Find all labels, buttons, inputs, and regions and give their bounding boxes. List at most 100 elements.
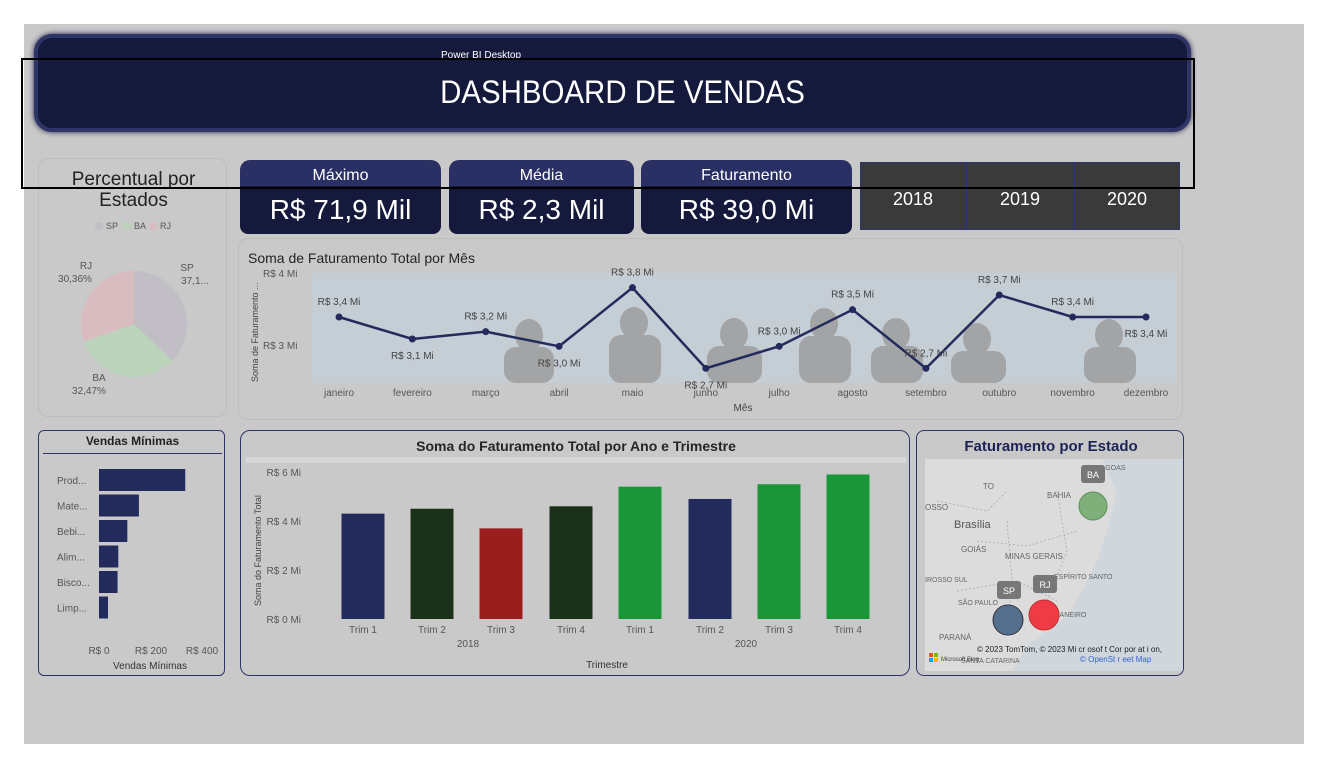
line-point (922, 364, 930, 372)
tri-bar (618, 486, 662, 619)
line-xtick: janeiro (323, 388, 354, 399)
line-data-label: R$ 3,0 Mi (758, 326, 801, 337)
tri-ytick-0: R$ 0 Mi (267, 615, 301, 626)
tri-ytick-4: R$ 4 Mi (267, 517, 301, 528)
year-slicer-2018[interactable]: 2018 (860, 162, 966, 230)
tri-year-2018: 2018 (457, 639, 480, 650)
legend-sp: SP (106, 221, 118, 231)
line-chart-panel[interactable]: Soma de Faturamento Total por Mês R$ 4 M… (238, 238, 1183, 420)
pie-slices (81, 271, 187, 377)
line-data-label: R$ 3,2 Mi (464, 312, 507, 323)
map-brand: Microsoft Bing (941, 657, 979, 663)
line-data-label: R$ 3,4 Mi (318, 297, 361, 308)
trimestre-chart-panel[interactable]: Soma do Faturamento Total por Ano e Trim… (240, 430, 910, 676)
line-xtick: março (472, 388, 500, 399)
tri-bar (826, 474, 870, 619)
hbar-xtick-200: R$ 200 (135, 646, 168, 657)
hbar-bar (99, 469, 186, 491)
tri-bar (410, 508, 454, 619)
legend-swatch-rj (149, 222, 157, 230)
map-place-parana: PARANÁ (939, 633, 972, 642)
tri-xtick: Trim 2 (418, 625, 446, 636)
bing-logo (929, 653, 933, 657)
tri-year-2020: 2020 (735, 639, 758, 650)
hbar-bar (99, 545, 119, 568)
map-place-to: TO (983, 482, 994, 491)
legend-swatch-sp (95, 222, 103, 230)
line-xtick: junho (693, 388, 719, 399)
hbar-category: Prod... (57, 476, 86, 487)
line-data-label: R$ 3,5 Mi (831, 290, 874, 301)
line-point (628, 284, 636, 292)
map-svg[interactable]: TO BAHIA ALAGOAS OSSO Brasília GOIÁS MIN… (917, 431, 1184, 676)
map-place-es: ESPÍRITO SANTO (1054, 572, 1113, 581)
line-ylabel: Soma de Faturamento ... (250, 282, 260, 382)
kpi-card-maximo[interactable]: Máximo R$ 71,9 Mil (240, 160, 441, 234)
hbar-category: Mate... (57, 502, 88, 513)
map-panel[interactable]: TO BAHIA ALAGOAS OSSO Brasília GOIÁS MIN… (916, 430, 1184, 676)
tri-ylabel: Soma do Faturamento Total (253, 495, 263, 606)
pie-chart-svg[interactable]: SP BA RJ RJ 30,36% SP 37,1... BA 32,47% (39, 159, 228, 418)
kpi-card-faturamento[interactable]: Faturamento R$ 39,0 Mi (641, 160, 852, 234)
line-data-label: R$ 3,4 Mi (1125, 329, 1168, 340)
tri-ytick-2: R$ 2 Mi (267, 566, 301, 577)
pie-label-ba: BA (92, 373, 106, 384)
title-banner: Power BI Desktop DASHBOARD DE VENDAS (34, 34, 1191, 132)
line-point (995, 291, 1003, 299)
line-point (702, 364, 710, 372)
line-data-label: R$ 3,8 Mi (611, 268, 654, 279)
year-slicer-2019[interactable]: 2019 (966, 162, 1074, 230)
hbar-bar (99, 571, 118, 593)
tri-xtick: Trim 4 (834, 625, 862, 636)
line-xlabel: Mês (734, 403, 753, 414)
tri-bar (549, 506, 593, 619)
map-place-osso: OSSO (925, 503, 948, 512)
hbar-xtick-0: R$ 0 (88, 646, 110, 657)
kpi-value: R$ 71,9 Mil (240, 186, 441, 234)
line-data-label: R$ 3,1 Mi (391, 351, 434, 362)
line-xtick: agosto (838, 388, 868, 399)
hbar-category: Limp... (57, 604, 87, 615)
legend-ba: BA (134, 221, 146, 231)
map-bubble-sp (992, 604, 1024, 636)
map-title: Faturamento por Estado (964, 438, 1137, 455)
tri-xtick: Trim 1 (349, 625, 377, 636)
line-point (482, 328, 490, 336)
map-tag-sp-text: SP (1003, 586, 1015, 596)
kpi-card-media[interactable]: Média R$ 2,3 Mil (449, 160, 634, 234)
kpi-value: R$ 39,0 Mi (641, 186, 852, 234)
line-chart-svg[interactable]: Soma de Faturamento Total por Mês R$ 4 M… (239, 239, 1184, 421)
map-bubble-ba (1078, 491, 1108, 521)
line-xtick: dezembro (1124, 388, 1169, 399)
trimestre-chart-svg[interactable]: Soma do Faturamento Total por Ano e Trim… (241, 431, 911, 677)
hbar-category: Alim... (57, 553, 85, 564)
pie-label-rj: RJ (80, 261, 92, 272)
tri-xlabel: Trimestre (586, 660, 628, 671)
trimestre-chart-title: Soma do Faturamento Total por Ano e Trim… (416, 438, 736, 454)
pie-panel[interactable]: Percentual por Estados SP BA RJ RJ 30,36… (38, 158, 227, 417)
tri-ytick-6: R$ 6 Mi (267, 468, 301, 479)
map-bubble-rj (1028, 599, 1060, 631)
pie-label-ba-value: 32,47% (72, 386, 106, 397)
pie-label-rj-value: 30,36% (58, 274, 92, 285)
year-slicer-2020[interactable]: 2020 (1074, 162, 1180, 230)
tri-bar (688, 498, 732, 619)
line-point (849, 306, 857, 314)
legend-swatch-ba (123, 222, 131, 230)
line-xtick: setembro (905, 388, 947, 399)
tri-bar (757, 484, 801, 619)
hbar-bar (99, 494, 139, 517)
legend-rj: RJ (160, 221, 171, 231)
line-point (408, 335, 416, 343)
hbar-xlabel: Vendas Mínimas (113, 661, 187, 672)
line-xtick: outubro (982, 388, 1016, 399)
line-point (1069, 313, 1077, 321)
map-place-brasilia: Brasília (954, 519, 992, 531)
pie-label-sp-value: 37,1... (181, 276, 209, 287)
line-point (1142, 313, 1150, 321)
report-canvas: Power BI Desktop DASHBOARD DE VENDAS Máx… (21, 24, 1304, 744)
line-data-label: R$ 3,0 Mi (538, 358, 581, 369)
app-title: Power BI Desktop (441, 50, 522, 61)
vendas-minimas-svg[interactable]: Prod... Mate... Bebi... Alim... Bisco... Limp… (39, 431, 226, 677)
vendas-minimas-panel[interactable]: Vendas Mínimas Prod... Mate... Bebi... Alim… (38, 430, 225, 676)
